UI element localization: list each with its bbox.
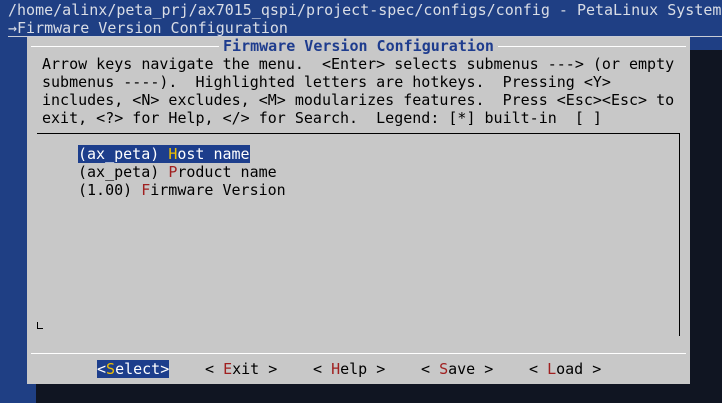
config-dialog: Firmware Version Configuration Arrow key… bbox=[27, 37, 690, 384]
help-text: Arrow keys navigate the menu. <Enter> se… bbox=[42, 55, 674, 127]
button-bracket: < bbox=[421, 360, 440, 378]
button-label: xit bbox=[232, 360, 260, 378]
button-hotkey: L bbox=[547, 360, 557, 378]
dialog-title-bar: Firmware Version Configuration bbox=[27, 37, 690, 55]
menu-item-separator: ) bbox=[150, 163, 169, 181]
menu-item-label: ost name bbox=[177, 145, 250, 163]
menu-item-prefix: ( bbox=[78, 181, 88, 199]
menu-item-prefix: ( bbox=[78, 163, 88, 181]
button-highlight: <Select> bbox=[97, 360, 170, 378]
button-bracket: < bbox=[529, 360, 548, 378]
menu-item-hotkey: H bbox=[168, 145, 178, 163]
dialog-title: Firmware Version Configuration bbox=[219, 37, 498, 55]
button-bracket: > bbox=[475, 360, 494, 378]
button-bracket: > bbox=[583, 360, 602, 378]
button-bracket: < bbox=[205, 360, 224, 378]
button-label: elect bbox=[115, 360, 161, 378]
button-bracket: < bbox=[313, 360, 332, 378]
button-hotkey: S bbox=[439, 360, 449, 378]
breadcrumb: →Firmware Version Configuration bbox=[8, 19, 288, 37]
menu-item-product-name[interactable]: (ax_peta) Product name bbox=[78, 163, 277, 181]
save-button[interactable]: < Save > bbox=[421, 360, 493, 378]
menu-item-value: ax_peta bbox=[87, 145, 151, 163]
menu-item-separator: ) bbox=[123, 181, 142, 199]
load-button[interactable]: < Load > bbox=[529, 360, 601, 378]
help-line: submenus ----). Highlighted letters are … bbox=[42, 73, 611, 91]
button-bracket: > bbox=[160, 360, 170, 378]
menu-item-separator: ) bbox=[150, 145, 169, 163]
button-label: oad bbox=[556, 360, 584, 378]
button-bracket: < bbox=[97, 360, 107, 378]
menu-item-hotkey: P bbox=[168, 163, 178, 181]
button-bar-divider bbox=[31, 353, 686, 354]
button-hotkey: H bbox=[331, 360, 341, 378]
help-line: Arrow keys navigate the menu. <Enter> se… bbox=[42, 55, 675, 73]
menu-item-value: ax_peta bbox=[87, 163, 151, 181]
menu-item-hotkey: F bbox=[141, 181, 151, 199]
button-bracket: > bbox=[259, 360, 278, 378]
help-button[interactable]: < Help > bbox=[313, 360, 385, 378]
button-hotkey: E bbox=[223, 360, 233, 378]
help-line: exit, <?> for Help, </> for Search. Lege… bbox=[42, 109, 602, 127]
menu-box-corner bbox=[37, 328, 43, 329]
menu-item-firmware-version[interactable]: (1.00) Firmware Version bbox=[78, 181, 286, 199]
menu-item-label: irmware Version bbox=[150, 181, 286, 199]
button-bracket: > bbox=[367, 360, 386, 378]
select-button[interactable]: <Select> bbox=[97, 360, 170, 378]
menu-item-host-name[interactable]: (ax_peta) Host name bbox=[78, 145, 250, 163]
button-label: ave bbox=[448, 360, 476, 378]
menu-item-value: 1.00 bbox=[87, 181, 124, 199]
button-label: elp bbox=[340, 360, 368, 378]
exit-button[interactable]: < Exit > bbox=[205, 360, 277, 378]
help-line: includes, <N> excludes, <M> modularizes … bbox=[42, 91, 675, 109]
window-title: /home/alinx/peta_prj/ax7015_qspi/project… bbox=[8, 1, 722, 19]
menu-item-label: roduct name bbox=[177, 163, 277, 181]
menu-item-prefix: ( bbox=[78, 145, 88, 163]
menu-item-highlight: (ax_peta) Host name bbox=[78, 145, 250, 163]
button-hotkey: S bbox=[106, 360, 116, 378]
